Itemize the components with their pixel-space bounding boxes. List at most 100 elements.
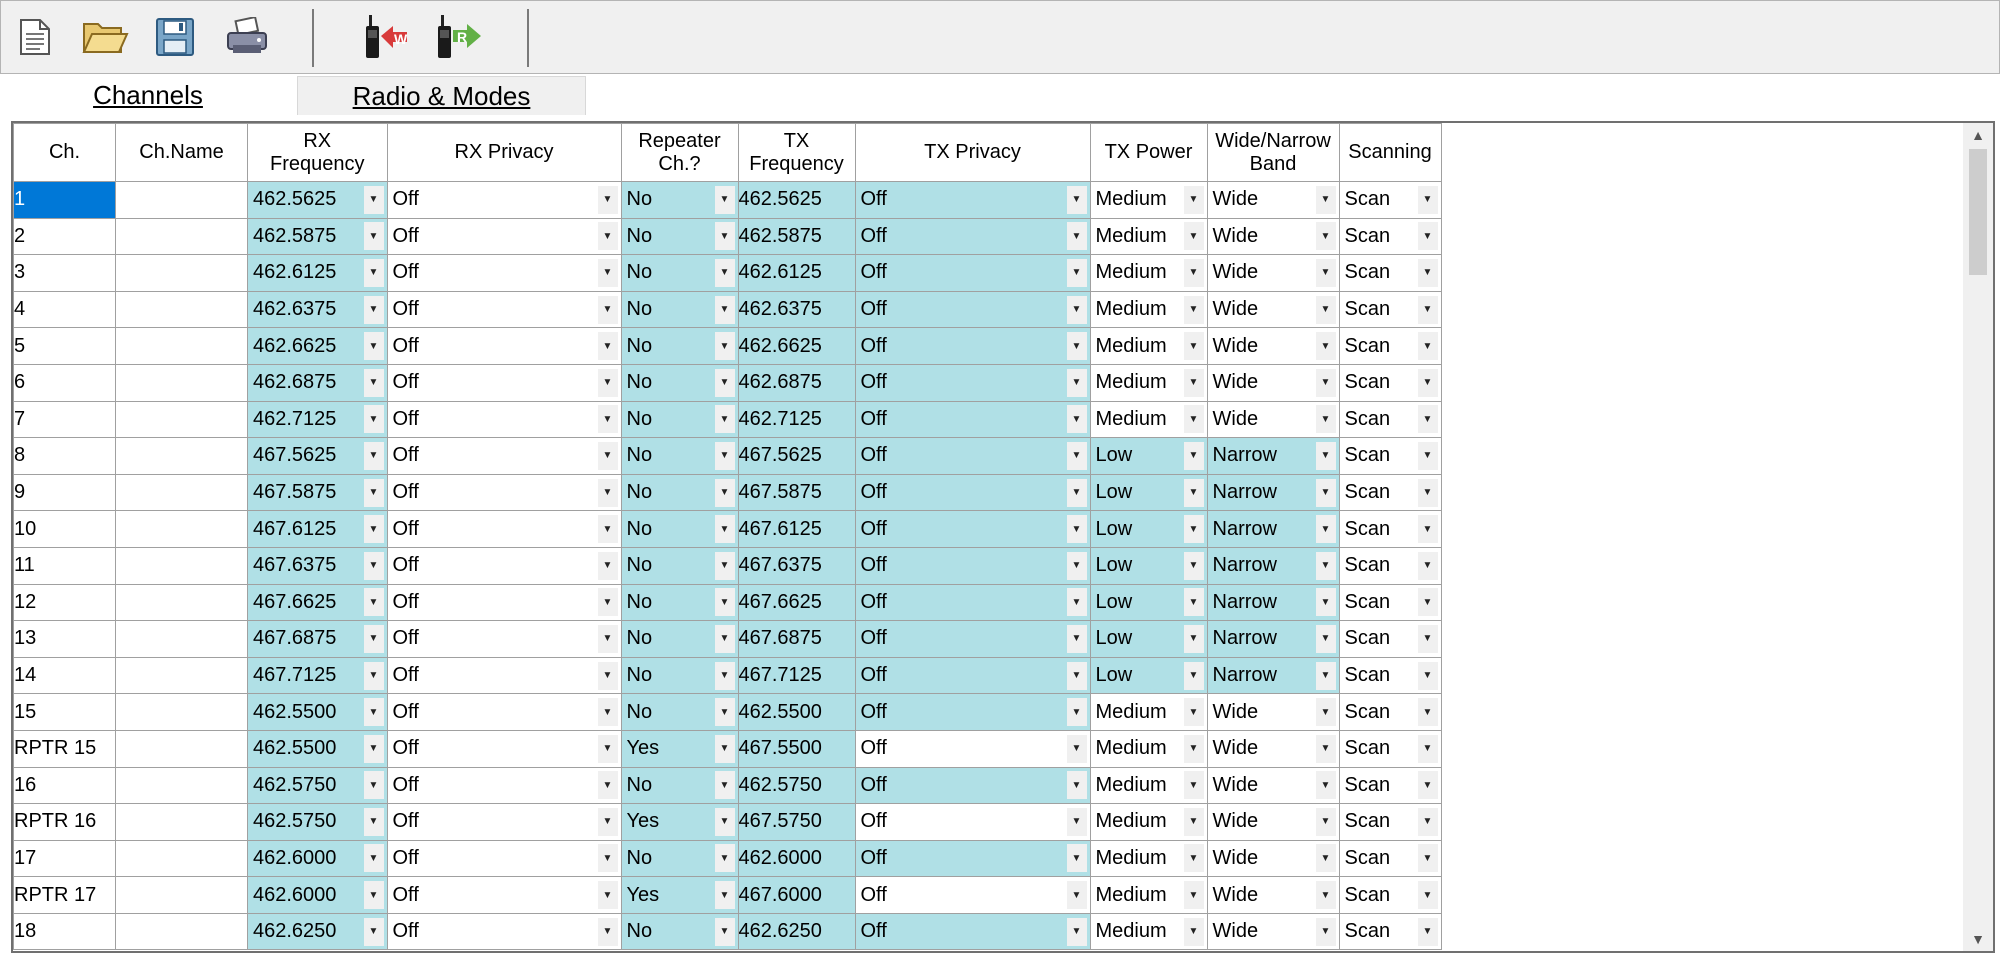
- cell-channel-name[interactable]: [115, 327, 248, 365]
- cell-channel[interactable]: 15: [13, 693, 116, 731]
- cell-band[interactable]: Wide ▼: [1206, 290, 1340, 329]
- cell-channel-name[interactable]: [115, 437, 248, 475]
- cell-band[interactable]: Wide ▼: [1206, 693, 1340, 731]
- cell-rx-privacy[interactable]: Off ▼: [386, 510, 622, 548]
- dropdown-arrow-icon[interactable]: ▼: [597, 588, 618, 617]
- cell-channel-name[interactable]: [115, 839, 248, 878]
- cell-rx-privacy[interactable]: Off ▼: [386, 620, 622, 658]
- dropdown-arrow-icon[interactable]: ▼: [1066, 515, 1087, 544]
- cell-channel-name[interactable]: [115, 803, 248, 841]
- cell-band[interactable]: Wide ▼: [1206, 181, 1340, 219]
- dropdown-arrow-icon[interactable]: ▼: [1066, 222, 1087, 251]
- cell-tx-frequency[interactable]: 467.5625: [737, 437, 856, 475]
- cell-rx-privacy[interactable]: Off ▼: [386, 217, 622, 256]
- cell-scanning[interactable]: Scan ▼: [1338, 876, 1442, 914]
- cell-rx-privacy[interactable]: Off ▼: [386, 181, 622, 219]
- dropdown-arrow-icon[interactable]: ▼: [1183, 515, 1204, 544]
- cell-tx-privacy[interactable]: Off ▼: [854, 363, 1091, 402]
- cell-repeater[interactable]: No ▼: [620, 363, 739, 402]
- cell-rx-privacy[interactable]: Off ▼: [386, 290, 622, 329]
- cell-channel-name[interactable]: [115, 510, 248, 548]
- cell-channel-name[interactable]: [115, 217, 248, 256]
- cell-rx-frequency[interactable]: 462.6375 ▼: [247, 290, 388, 329]
- dropdown-arrow-icon[interactable]: ▼: [714, 441, 735, 470]
- cell-tx-privacy[interactable]: Off ▼: [854, 693, 1091, 731]
- cell-repeater[interactable]: No ▼: [620, 656, 739, 695]
- dropdown-arrow-icon[interactable]: ▼: [597, 551, 618, 580]
- dropdown-arrow-icon[interactable]: ▼: [714, 661, 735, 690]
- scroll-up-arrow-icon[interactable]: ▲: [1963, 123, 1993, 147]
- cell-scanning[interactable]: Scan ▼: [1338, 546, 1442, 585]
- cell-channel-name[interactable]: [115, 620, 248, 658]
- cell-repeater[interactable]: No ▼: [620, 839, 739, 878]
- col-header-tx-privacy[interactable]: TX Privacy: [854, 123, 1091, 182]
- dropdown-arrow-icon[interactable]: ▼: [714, 844, 735, 873]
- cell-band[interactable]: Narrow ▼: [1206, 620, 1340, 658]
- dropdown-arrow-icon[interactable]: ▼: [597, 881, 618, 910]
- dropdown-arrow-icon[interactable]: ▼: [1315, 368, 1336, 397]
- cell-tx-privacy[interactable]: Off ▼: [854, 766, 1091, 805]
- cell-band[interactable]: Narrow ▼: [1206, 437, 1340, 475]
- cell-repeater[interactable]: Yes ▼: [620, 876, 739, 914]
- cell-tx-privacy[interactable]: Off ▼: [854, 620, 1091, 658]
- cell-tx-power[interactable]: Medium ▼: [1089, 839, 1208, 878]
- dropdown-arrow-icon[interactable]: ▼: [1417, 624, 1438, 653]
- dropdown-arrow-icon[interactable]: ▼: [1315, 258, 1336, 287]
- scroll-down-arrow-icon[interactable]: ▼: [1963, 927, 1993, 951]
- dropdown-arrow-icon[interactable]: ▼: [1066, 185, 1087, 214]
- dropdown-arrow-icon[interactable]: ▼: [1315, 771, 1336, 800]
- cell-channel[interactable]: 1: [13, 181, 116, 219]
- cell-rx-privacy[interactable]: Off ▼: [386, 912, 622, 951]
- cell-scanning[interactable]: Scan ▼: [1338, 290, 1442, 329]
- col-header-scanning[interactable]: Scanning: [1338, 123, 1442, 182]
- write-radio-icon[interactable]: W: [361, 11, 413, 63]
- cell-repeater[interactable]: No ▼: [620, 290, 739, 329]
- cell-rx-privacy[interactable]: Off ▼: [386, 876, 622, 914]
- save-icon[interactable]: [149, 11, 201, 63]
- cell-repeater[interactable]: No ▼: [620, 510, 739, 548]
- dropdown-arrow-icon[interactable]: ▼: [363, 661, 384, 690]
- dropdown-arrow-icon[interactable]: ▼: [1315, 405, 1336, 434]
- cell-tx-frequency[interactable]: 462.6000: [737, 839, 856, 878]
- cell-tx-power[interactable]: Low ▼: [1089, 473, 1208, 512]
- cell-rx-frequency[interactable]: 462.6125 ▼: [247, 254, 388, 292]
- dropdown-arrow-icon[interactable]: ▼: [1315, 185, 1336, 214]
- cell-tx-frequency[interactable]: 462.6625: [737, 327, 856, 365]
- cell-band[interactable]: Narrow ▼: [1206, 656, 1340, 695]
- tab-channels[interactable]: Channels: [0, 76, 296, 114]
- dropdown-arrow-icon[interactable]: ▼: [714, 515, 735, 544]
- dropdown-arrow-icon[interactable]: ▼: [597, 771, 618, 800]
- dropdown-arrow-icon[interactable]: ▼: [1183, 332, 1204, 361]
- cell-band[interactable]: Wide ▼: [1206, 912, 1340, 951]
- dropdown-arrow-icon[interactable]: ▼: [363, 551, 384, 580]
- cell-tx-privacy[interactable]: Off ▼: [854, 803, 1091, 841]
- dropdown-arrow-icon[interactable]: ▼: [363, 332, 384, 361]
- dropdown-arrow-icon[interactable]: ▼: [714, 624, 735, 653]
- cell-scanning[interactable]: Scan ▼: [1338, 400, 1442, 439]
- dropdown-arrow-icon[interactable]: ▼: [1315, 698, 1336, 727]
- cell-channel-name[interactable]: [115, 912, 248, 951]
- dropdown-arrow-icon[interactable]: ▼: [1417, 332, 1438, 361]
- dropdown-arrow-icon[interactable]: ▼: [1183, 624, 1204, 653]
- dropdown-arrow-icon[interactable]: ▼: [363, 917, 384, 946]
- dropdown-arrow-icon[interactable]: ▼: [597, 295, 618, 324]
- cell-channel-name[interactable]: [115, 181, 248, 219]
- dropdown-arrow-icon[interactable]: ▼: [1417, 588, 1438, 617]
- cell-tx-power[interactable]: Low ▼: [1089, 656, 1208, 695]
- cell-scanning[interactable]: Scan ▼: [1338, 766, 1442, 805]
- cell-tx-power[interactable]: Medium ▼: [1089, 181, 1208, 219]
- dropdown-arrow-icon[interactable]: ▼: [363, 881, 384, 910]
- cell-channel-name[interactable]: [115, 656, 248, 695]
- dropdown-arrow-icon[interactable]: ▼: [597, 478, 618, 507]
- cell-channel-name[interactable]: [115, 400, 248, 439]
- cell-scanning[interactable]: Scan ▼: [1338, 656, 1442, 695]
- dropdown-arrow-icon[interactable]: ▼: [363, 222, 384, 251]
- dropdown-arrow-icon[interactable]: ▼: [1417, 441, 1438, 470]
- dropdown-arrow-icon[interactable]: ▼: [1066, 332, 1087, 361]
- cell-tx-privacy[interactable]: Off ▼: [854, 254, 1091, 292]
- cell-channel-name[interactable]: [115, 290, 248, 329]
- open-folder-icon[interactable]: [79, 11, 131, 63]
- cell-tx-frequency[interactable]: 467.6625: [737, 583, 856, 622]
- dropdown-arrow-icon[interactable]: ▼: [363, 368, 384, 397]
- dropdown-arrow-icon[interactable]: ▼: [1066, 917, 1087, 946]
